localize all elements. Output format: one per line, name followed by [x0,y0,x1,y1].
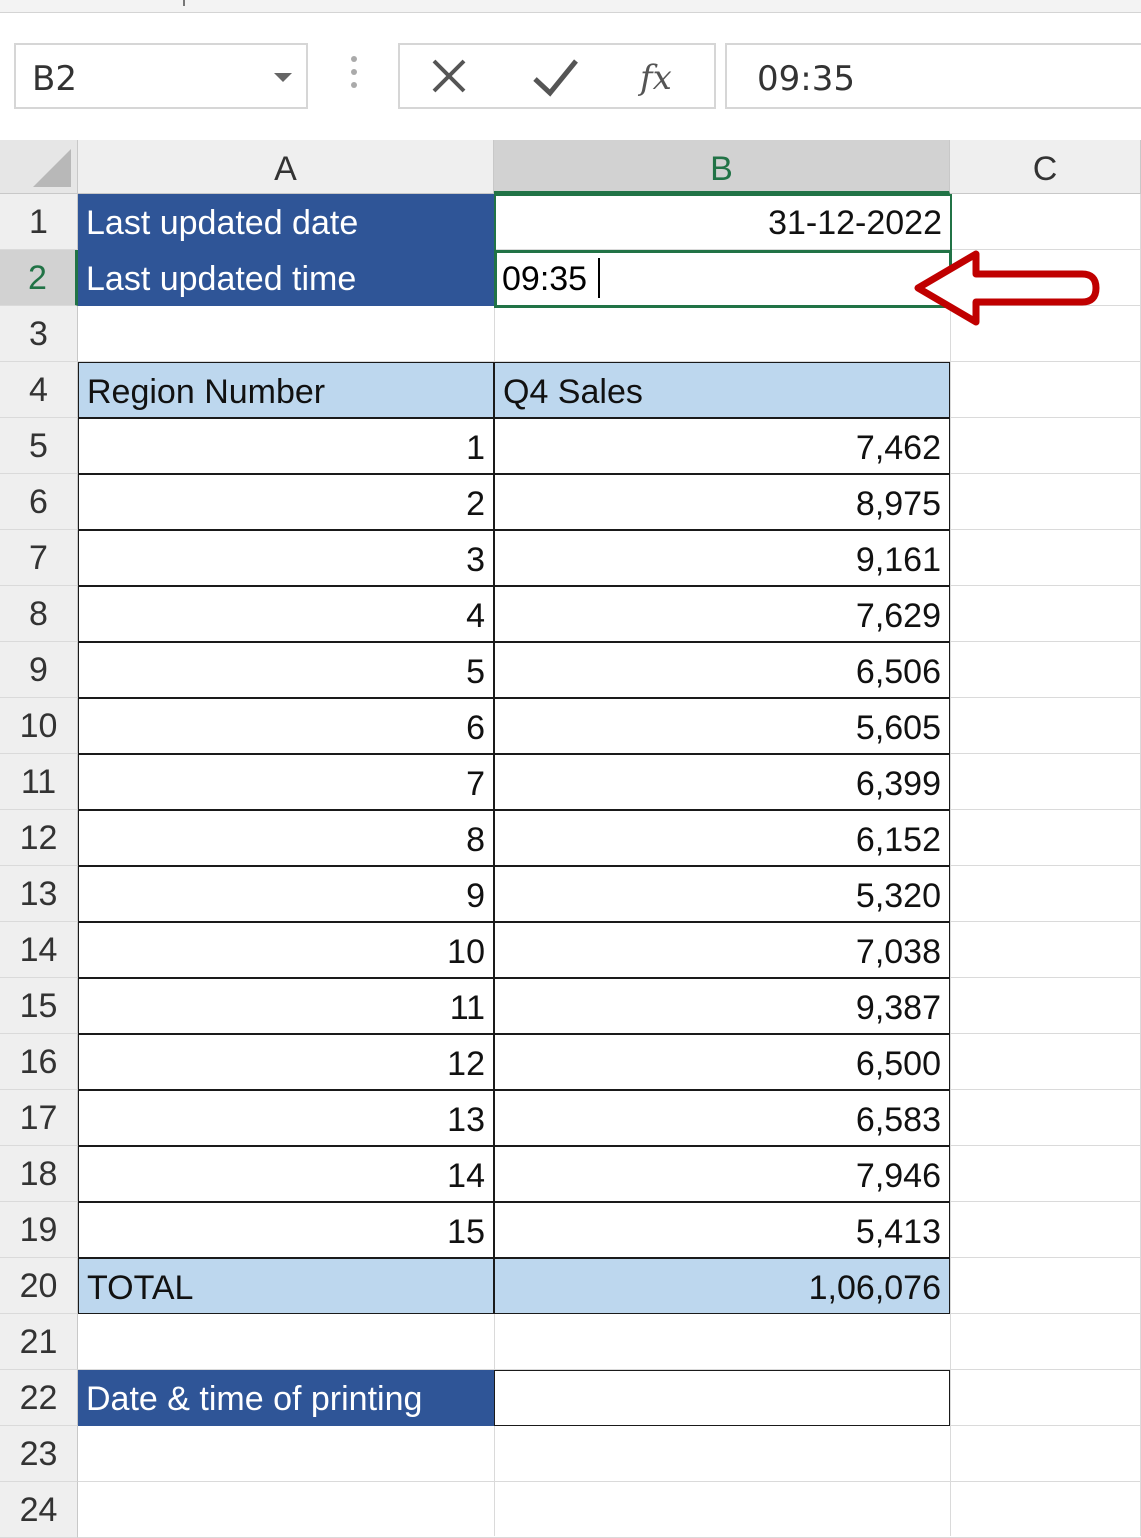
row-header-2[interactable]: 2 [0,250,78,306]
table-cell-sales[interactable]: 6,583 [494,1090,950,1146]
name-box-value[interactable]: B2 [32,59,77,99]
formula-value[interactable]: 09:35 [757,59,855,99]
table-cell-sales[interactable]: 6,506 [494,642,950,698]
table-cell-region[interactable]: 14 [78,1146,494,1202]
row-header-12[interactable]: 12 [0,810,78,866]
table-cell-region[interactable]: 1 [78,418,494,474]
row-header-21[interactable]: 21 [0,1314,78,1370]
table-cell-region[interactable]: 2 [78,474,494,530]
row-header-3[interactable]: 3 [0,306,78,362]
text-cursor [598,258,600,298]
row-header-20[interactable]: 20 [0,1258,78,1314]
print-date-label[interactable]: Date & time of printing [78,1370,494,1426]
table-cell-region[interactable]: 12 [78,1034,494,1090]
formula-input[interactable]: 09:35 [725,43,1141,109]
table-cell-sales[interactable]: 5,605 [494,698,950,754]
table-cell-sales[interactable]: 8,975 [494,474,950,530]
table-cell-sales[interactable]: 7,629 [494,586,950,642]
gridline [78,1481,1141,1482]
table-cell-sales[interactable]: 6,152 [494,810,950,866]
close-x-icon[interactable] [414,51,484,103]
row-header-8[interactable]: 8 [0,586,78,642]
table-header-region[interactable]: Region Number [78,362,494,418]
formula-buttons: fx [398,43,716,109]
name-box[interactable]: B2 [14,43,308,109]
cell-b2-time[interactable]: 09:35 [494,250,950,306]
table-cell-sales[interactable]: 7,946 [494,1146,950,1202]
row-header-5[interactable]: 5 [0,418,78,474]
column-header-c[interactable]: C [950,140,1141,194]
row-header-15[interactable]: 15 [0,978,78,1034]
table-cell-region[interactable]: 10 [78,922,494,978]
cell-a2-label[interactable]: Last updated time [78,250,494,306]
row-header-19[interactable]: 19 [0,1202,78,1258]
table-cell-region[interactable]: 5 [78,642,494,698]
table-cell-region[interactable]: 7 [78,754,494,810]
checkmark-icon[interactable] [520,51,590,103]
grip-dots-icon[interactable] [347,56,361,96]
table-cell-sales[interactable]: 5,320 [494,866,950,922]
table-cell-region[interactable]: 13 [78,1090,494,1146]
row-header-6[interactable]: 6 [0,474,78,530]
row-header-9[interactable]: 9 [0,642,78,698]
row-header-14[interactable]: 14 [0,922,78,978]
table-cell-region[interactable]: 11 [78,978,494,1034]
table-cell-region[interactable]: 4 [78,586,494,642]
row-header-11[interactable]: 11 [0,754,78,810]
row-header-7[interactable]: 7 [0,530,78,586]
table-cell-sales[interactable]: 9,161 [494,530,950,586]
total-value[interactable]: 1,06,076 [494,1258,950,1314]
print-date-value[interactable] [494,1370,950,1426]
worksheet-grid: A B C 1 2 3 4 5 6 7 8 9 10 11 12 13 14 15 16 17 18 19 20 21 22 23… [0,140,1141,1538]
table-cell-sales[interactable]: 5,413 [494,1202,950,1258]
table-cell-sales[interactable]: 7,462 [494,418,950,474]
table-cell-sales[interactable]: 6,500 [494,1034,950,1090]
ribbon-edge [0,0,1141,13]
row-header-13[interactable]: 13 [0,866,78,922]
row-header-17[interactable]: 17 [0,1090,78,1146]
table-header-sales[interactable]: Q4 Sales [494,362,950,418]
table-cell-region[interactable]: 6 [78,698,494,754]
row-header-1[interactable]: 1 [0,194,78,250]
column-header-a[interactable]: A [78,140,494,194]
row-header-10[interactable]: 10 [0,698,78,754]
row-header-16[interactable]: 16 [0,1034,78,1090]
column-header-b[interactable]: B [494,140,950,194]
left-arrow-icon [914,250,1100,326]
table-cell-region[interactable]: 15 [78,1202,494,1258]
function-fx-icon[interactable]: fx [626,51,696,103]
row-header-24[interactable]: 24 [0,1482,78,1538]
fx-label: fx [637,58,672,98]
table-cell-region[interactable]: 9 [78,866,494,922]
cell-b1-date[interactable]: 31-12-2022 [494,194,950,250]
row-header-22[interactable]: 22 [0,1370,78,1426]
table-cell-sales[interactable]: 9,387 [494,978,950,1034]
table-cell-sales[interactable]: 7,038 [494,922,950,978]
table-cell-region[interactable]: 8 [78,810,494,866]
table-cell-region[interactable]: 3 [78,530,494,586]
total-label[interactable]: TOTAL [78,1258,494,1314]
row-header-4[interactable]: 4 [0,362,78,418]
cell-a1-label[interactable]: Last updated date [78,194,494,250]
row-header-23[interactable]: 23 [0,1426,78,1482]
row-header-18[interactable]: 18 [0,1146,78,1202]
table-cell-sales[interactable]: 6,399 [494,754,950,810]
chevron-down-icon[interactable] [274,73,292,82]
select-all-corner[interactable] [0,140,78,194]
